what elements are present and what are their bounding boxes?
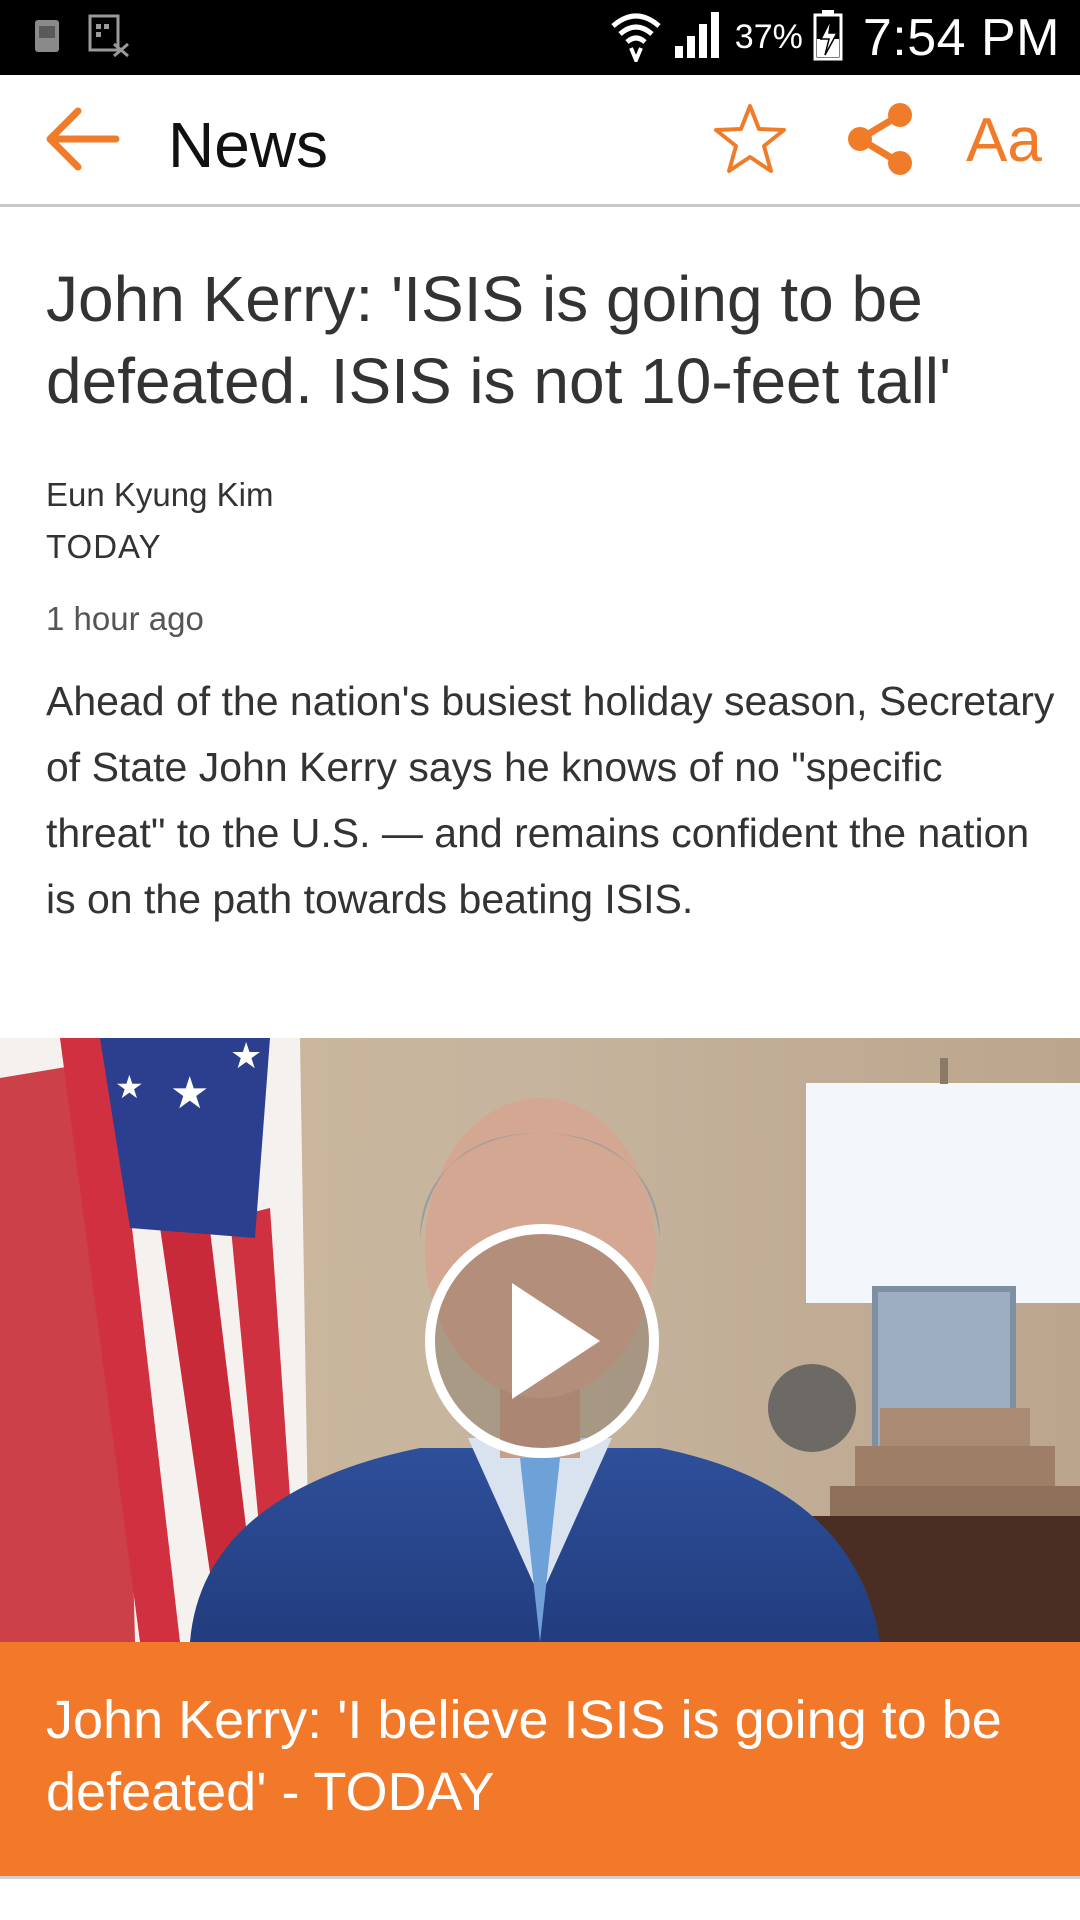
font-size-button[interactable]: Aa <box>966 101 1066 181</box>
article-summary: Ahead of the nation's busiest holiday se… <box>46 678 1055 922</box>
svg-text:★: ★ <box>115 1068 144 1106</box>
article-source: TODAY <box>46 528 162 565</box>
battery-percent: 37% <box>734 18 803 56</box>
video-caption-bar[interactable]: John Kerry: 'I believe ISIS is going to … <box>0 1642 1080 1876</box>
share-icon <box>842 101 918 182</box>
back-button[interactable] <box>40 101 124 181</box>
video-caption: John Kerry: 'I believe ISIS is going to … <box>46 1690 1002 1822</box>
play-button[interactable] <box>422 1221 662 1461</box>
star-icon <box>712 101 788 182</box>
notification-phone-icon <box>34 18 60 59</box>
svg-text:★: ★ <box>170 1068 209 1119</box>
back-arrow-icon <box>42 99 122 184</box>
status-indicators: 37% 7:54 PM <box>609 0 1060 75</box>
status-notifications <box>34 14 132 59</box>
wifi-icon <box>609 8 663 67</box>
play-icon <box>422 1224 662 1465</box>
article-headline: John Kerry: 'ISIS is going to be defeate… <box>46 263 952 417</box>
article-timestamp: 1 hour ago <box>46 600 204 637</box>
article-author: Eun Kyung Kim <box>46 476 274 513</box>
favorite-button[interactable] <box>708 101 792 181</box>
share-button[interactable] <box>838 101 922 181</box>
svg-text:★: ★ <box>230 1038 262 1077</box>
clock: 7:54 PM <box>862 8 1060 67</box>
app-bar: News Aa <box>0 75 1080 207</box>
divider <box>0 1876 1080 1879</box>
signal-icon <box>673 10 725 65</box>
video-thumbnail[interactable]: ★ ★ ★ <box>0 1038 1080 1642</box>
status-bar: 37% 7:54 PM <box>0 0 1080 75</box>
font-size-label: Aa <box>966 106 1042 175</box>
page-title: News <box>168 109 329 181</box>
notification-blocked-icon <box>88 14 132 63</box>
battery-charging-icon <box>813 9 843 66</box>
